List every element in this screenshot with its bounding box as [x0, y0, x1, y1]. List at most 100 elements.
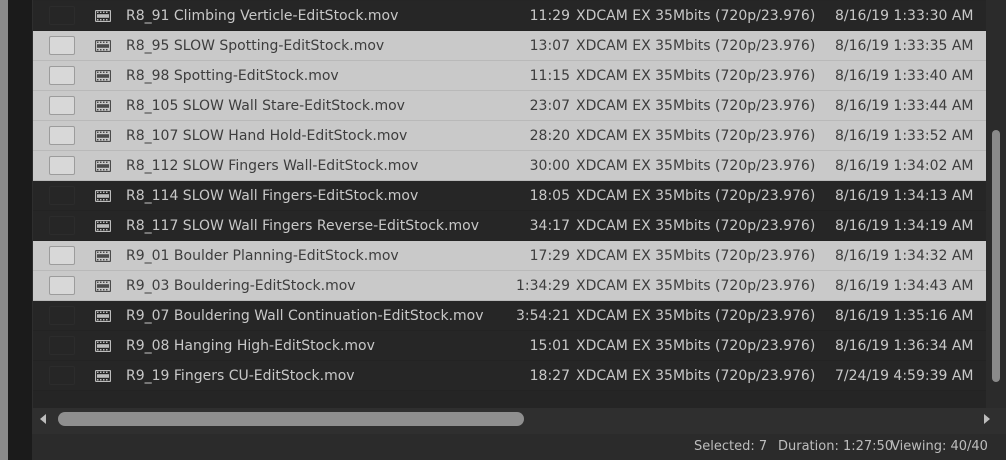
left-edge-panel: [0, 0, 8, 460]
row-checkbox[interactable]: [49, 306, 75, 325]
film-clip-icon: [95, 40, 111, 52]
clip-name: R8_91 Climbing Verticle-EditStock.mov: [126, 8, 399, 24]
clip-date: 8/16/19 1:33:52 AM: [835, 128, 974, 144]
row-checkbox[interactable]: [49, 276, 75, 295]
clip-row[interactable]: R8_107 SLOW Hand Hold-EditStock.mov 28:20…: [33, 121, 987, 151]
clip-row[interactable]: R9_03 Bouldering-EditStock.mov 1:34:29 XDC…: [33, 271, 987, 301]
clip-format: XDCAM EX 35Mbits (720p/23.976): [576, 248, 816, 264]
horizontal-scroll-thumb[interactable]: [58, 412, 524, 426]
clip-format: XDCAM EX 35Mbits (720p/23.976): [576, 98, 816, 114]
clip-format: XDCAM EX 35Mbits (720p/23.976): [576, 128, 816, 144]
film-clip-icon: [95, 100, 111, 112]
film-clip-icon: [95, 190, 111, 202]
clip-row[interactable]: R8_105 SLOW Wall Stare-EditStock.mov 23:0…: [33, 91, 987, 121]
clip-row[interactable]: R8_117 SLOW Wall Fingers Reverse-EditSto…: [33, 211, 987, 241]
viewing-count: Viewing: 40/40: [891, 439, 988, 454]
row-checkbox[interactable]: [49, 6, 75, 25]
clip-format: XDCAM EX 35Mbits (720p/23.976): [576, 158, 816, 174]
clip-row[interactable]: R8_98 Spotting-EditStock.mov 11:15 XDCAM E…: [33, 61, 987, 91]
clip-format: XDCAM EX 35Mbits (720p/23.976): [576, 188, 816, 204]
clip-date: 8/16/19 1:34:13 AM: [835, 188, 974, 204]
clip-date: 8/16/19 1:34:02 AM: [835, 158, 974, 174]
clip-duration: 23:07: [529, 98, 570, 114]
film-clip-icon: [95, 70, 111, 82]
clip-duration: 11:15: [529, 68, 570, 84]
row-checkbox[interactable]: [49, 366, 75, 385]
clip-name: R9_03 Bouldering-EditStock.mov: [126, 278, 356, 294]
film-clip-icon: [95, 130, 111, 142]
clip-date: 8/16/19 1:36:34 AM: [835, 338, 974, 354]
clip-format: XDCAM EX 35Mbits (720p/23.976): [576, 8, 816, 24]
clip-row[interactable]: R8_91 Climbing Verticle-EditStock.mov 11:…: [33, 1, 987, 31]
row-checkbox[interactable]: [49, 126, 75, 145]
clip-date: 8/16/19 1:33:30 AM: [835, 8, 974, 24]
film-clip-icon: [95, 220, 111, 232]
clip-row[interactable]: R8_114 SLOW Wall Fingers-EditStock.mov 18…: [33, 181, 987, 211]
clip-date: 8/16/19 1:35:16 AM: [835, 308, 974, 324]
clip-name: R9_19 Fingers CU-EditStock.mov: [126, 368, 355, 384]
row-checkbox[interactable]: [49, 66, 75, 85]
row-checkbox[interactable]: [49, 336, 75, 355]
clip-date: 7/24/19 4:59:39 AM: [835, 368, 974, 384]
clip-name: R9_01 Boulder Planning-EditStock.mov: [126, 248, 399, 264]
clip-date: 8/16/19 1:33:44 AM: [835, 98, 974, 114]
selected-duration: Duration: 1:27:50: [778, 439, 894, 454]
clip-format: XDCAM EX 35Mbits (720p/23.976): [576, 338, 816, 354]
film-clip-icon: [95, 340, 111, 352]
clip-name: R8_112 SLOW Fingers Wall-EditStock.mov: [126, 158, 419, 174]
clip-date: 8/16/19 1:34:19 AM: [835, 218, 974, 234]
selected-count: Selected: 7: [694, 439, 768, 454]
clip-name: R9_07 Bouldering Wall Continuation-EditS…: [126, 308, 484, 324]
clip-format: XDCAM EX 35Mbits (720p/23.976): [576, 38, 816, 54]
film-clip-icon: [95, 160, 111, 172]
clip-name: R8_107 SLOW Hand Hold-EditStock.mov: [126, 128, 408, 144]
clip-duration: 15:01: [529, 338, 570, 354]
clip-date: 8/16/19 1:33:35 AM: [835, 38, 974, 54]
clip-duration: 11:29: [529, 8, 570, 24]
scroll-right-arrow-icon[interactable]: [984, 414, 990, 424]
clip-format: XDCAM EX 35Mbits (720p/23.976): [576, 368, 816, 384]
row-checkbox[interactable]: [49, 156, 75, 175]
clip-list[interactable]: R8_91 Climbing Verticle-EditStock.mov 11:…: [32, 0, 987, 408]
clip-duration: 3:54:21: [516, 308, 570, 324]
film-clip-icon: [95, 10, 111, 22]
clip-duration: 18:27: [529, 368, 570, 384]
clip-row[interactable]: R9_08 Hanging High-EditStock.mov 15:01 XDC…: [33, 331, 987, 361]
clip-row[interactable]: R9_07 Bouldering Wall Continuation-EditS…: [33, 301, 987, 331]
clip-format: XDCAM EX 35Mbits (720p/23.976): [576, 308, 816, 324]
vertical-scroll-thumb[interactable]: [992, 130, 1000, 382]
clip-row[interactable]: R8_95 SLOW Spotting-EditStock.mov 13:07 XD…: [33, 31, 987, 61]
clip-date: 8/16/19 1:34:32 AM: [835, 248, 974, 264]
row-checkbox[interactable]: [49, 216, 75, 235]
clip-duration: 28:20: [529, 128, 570, 144]
media-browser: R8_91 Climbing Verticle-EditStock.mov 11:…: [0, 0, 1006, 460]
row-checkbox[interactable]: [49, 246, 75, 265]
left-gutter: [8, 0, 32, 460]
clip-format: XDCAM EX 35Mbits (720p/23.976): [576, 218, 816, 234]
clip-name: R8_98 Spotting-EditStock.mov: [126, 68, 339, 84]
row-checkbox[interactable]: [49, 36, 75, 55]
clip-duration: 13:07: [529, 38, 570, 54]
clip-name: R8_117 SLOW Wall Fingers Reverse-EditSto…: [126, 218, 479, 234]
clip-name: R8_105 SLOW Wall Stare-EditStock.mov: [126, 98, 405, 114]
film-clip-icon: [95, 310, 111, 322]
clip-date: 8/16/19 1:34:43 AM: [835, 278, 974, 294]
row-checkbox[interactable]: [49, 96, 75, 115]
clip-duration: 17:29: [529, 248, 570, 264]
clip-row[interactable]: R9_19 Fingers CU-EditStock.mov 18:27 XDCAM…: [33, 361, 987, 391]
clip-row[interactable]: R8_112 SLOW Fingers Wall-EditStock.mov 30…: [33, 151, 987, 181]
clip-duration: 18:05: [529, 188, 570, 204]
film-clip-icon: [95, 370, 111, 382]
clip-duration: 34:17: [529, 218, 570, 234]
status-bar: Selected: 7 Duration: 1:27:50 Viewing: 4…: [32, 434, 1006, 460]
clip-name: R9_08 Hanging High-EditStock.mov: [126, 338, 375, 354]
row-checkbox[interactable]: [49, 186, 75, 205]
film-clip-icon: [95, 280, 111, 292]
clip-duration: 30:00: [529, 158, 570, 174]
clip-date: 8/16/19 1:33:40 AM: [835, 68, 974, 84]
clip-format: XDCAM EX 35Mbits (720p/23.976): [576, 68, 816, 84]
film-clip-icon: [95, 250, 111, 262]
clip-name: R8_114 SLOW Wall Fingers-EditStock.mov: [126, 188, 419, 204]
scroll-left-arrow-icon[interactable]: [40, 414, 46, 424]
clip-row[interactable]: R9_01 Boulder Planning-EditStock.mov 17:2…: [33, 241, 987, 271]
